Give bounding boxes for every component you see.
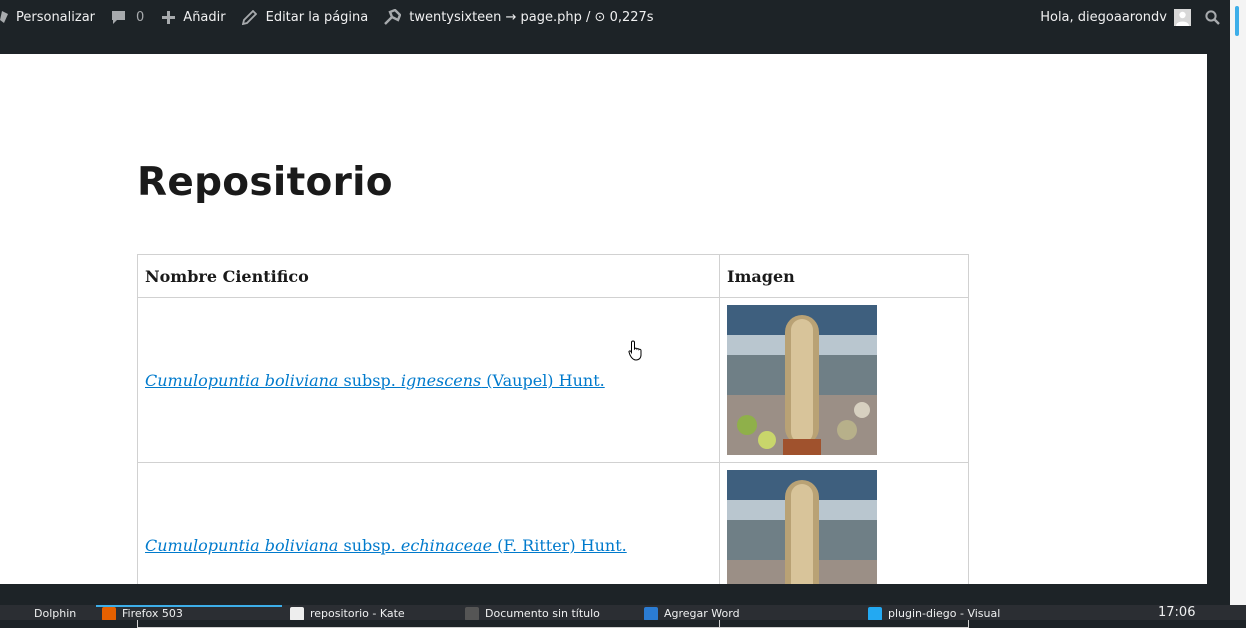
edit-page-menu-item[interactable]: Editar la página <box>241 0 369 34</box>
repository-table: Nombre Cientifico Imagen Cumulopuntia bo… <box>137 254 969 628</box>
query-monitor-menu-item[interactable]: twentysixteen → page.php / ⊙ 0,227s <box>384 0 654 34</box>
task-label: repositorio - Kate <box>310 607 405 620</box>
taskbar: Dolphin Firefox 503 repositorio - Kate D… <box>0 605 1246 620</box>
task-word[interactable]: Agregar Word <box>638 607 824 620</box>
my-account-menu-item[interactable]: Hola, diegoaarondv <box>1040 0 1205 34</box>
admin-bar-search[interactable] <box>1205 0 1220 34</box>
task-dolphin[interactable]: Dolphin <box>28 607 94 620</box>
table-row: Cumulopuntia boliviana subsp. ignescens … <box>137 297 969 463</box>
header-nombre-cientifico: Nombre Cientifico <box>137 254 720 298</box>
clock-time: 17:06 <box>1158 605 1196 618</box>
infraspecific-text: ignescens <box>400 370 482 390</box>
task-label: Agregar Word <box>664 607 740 620</box>
wrench-icon <box>384 9 402 25</box>
edit-pencil-icon <box>241 9 257 25</box>
genus-species-text: Cumulopuntia boliviana <box>145 370 339 390</box>
task-label: Documento sin título <box>485 607 600 620</box>
species-link[interactable]: Cumulopuntia boliviana subsp. ignescens … <box>145 371 605 390</box>
customize-label: Personalizar <box>16 9 96 25</box>
genus-species-text: Cumulopuntia boliviana <box>145 535 339 555</box>
task-kate[interactable]: repositorio - Kate <box>284 607 455 620</box>
comments-menu-item[interactable]: 0 <box>111 0 144 34</box>
pencil-icon <box>0 11 8 23</box>
task-vscode[interactable]: plugin-diego - Visual <box>862 607 1048 620</box>
comment-bubble-icon <box>111 10 126 25</box>
task-label: Firefox 503 <box>122 607 183 620</box>
page-bottom-clip <box>0 584 1230 605</box>
scientific-name-cell: Cumulopuntia boliviana subsp. ignescens … <box>137 297 720 463</box>
word-icon <box>644 607 658 620</box>
avatar <box>1174 8 1191 26</box>
add-new-label: Añadir <box>183 9 226 25</box>
header-imagen: Imagen <box>719 254 969 298</box>
table-header-row: Nombre Cientifico Imagen <box>137 254 969 298</box>
task-label: plugin-diego - Visual <box>888 607 1001 620</box>
hand-cursor-icon <box>628 340 644 362</box>
clock[interactable]: 17:06 <box>1152 605 1228 618</box>
document-icon <box>290 607 304 620</box>
scrollbar-thumb[interactable] <box>1235 6 1239 36</box>
query-monitor-label: twentysixteen → page.php / ⊙ 0,227s <box>409 9 654 25</box>
species-link[interactable]: Cumulopuntia boliviana subsp. echinaceae… <box>145 536 627 555</box>
greeting-label: Hola, diegoaarondv <box>1040 9 1167 25</box>
cactus-photo[interactable] <box>727 305 877 455</box>
browser-vertical-scrollbar[interactable] <box>1230 0 1246 605</box>
author-text: (F. Ritter) Hunt. <box>492 535 627 555</box>
page-title: Repositorio <box>137 160 393 205</box>
firefox-icon <box>102 607 116 620</box>
edit-page-label: Editar la página <box>265 9 369 25</box>
terminal-icon <box>465 607 479 620</box>
customize-menu-item[interactable]: Personalizar <box>0 0 95 34</box>
rank-text: subsp. <box>338 535 401 555</box>
page-right-margin <box>1207 54 1230 584</box>
add-new-menu-item[interactable]: Añadir <box>162 0 226 34</box>
search-icon <box>1205 9 1220 25</box>
task-document[interactable]: Documento sin título <box>459 607 635 620</box>
infraspecific-text: echinaceae <box>400 535 493 555</box>
plus-icon <box>162 10 176 24</box>
image-cell <box>719 297 969 463</box>
wp-admin-bar: Personalizar 0 Añadir Editar la página t… <box>0 0 1230 34</box>
task-firefox[interactable]: Firefox 503 <box>96 605 282 620</box>
vscode-icon <box>868 607 882 620</box>
task-label: Dolphin <box>34 607 77 620</box>
rank-text: subsp. <box>338 370 401 390</box>
author-text: (Vaupel) Hunt. <box>481 370 605 390</box>
comments-count: 0 <box>136 9 145 25</box>
